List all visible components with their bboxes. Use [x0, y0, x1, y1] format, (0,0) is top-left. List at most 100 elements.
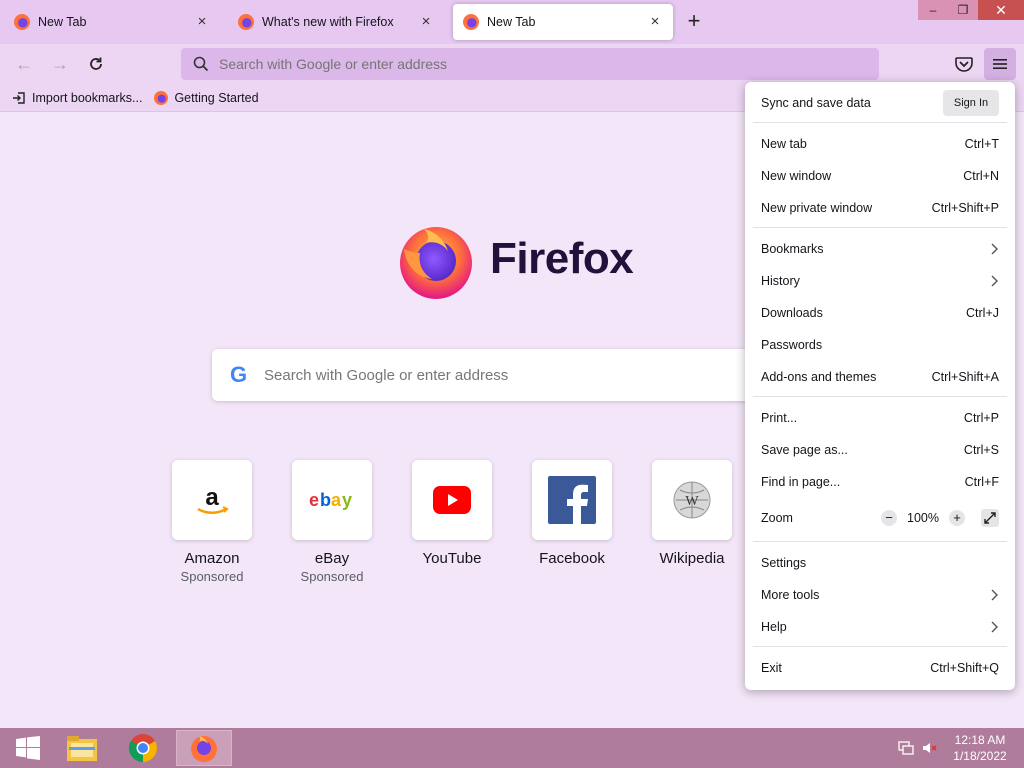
menu-item-bookmarks[interactable]: Bookmarks — [745, 233, 1015, 265]
bookmark-import[interactable]: Import bookmarks... — [12, 91, 142, 105]
firefox-icon — [14, 14, 30, 30]
arrow-right-icon: → — [51, 54, 69, 74]
close-icon[interactable]: × — [647, 14, 663, 30]
system-clock[interactable]: 12:18 AM 1/18/2022 — [944, 732, 1016, 764]
tab-strip: New Tab × What's new with Firefox × New … — [0, 0, 1024, 44]
sign-in-button[interactable]: Sign In — [943, 90, 999, 116]
menu-item-print[interactable]: Print... Ctrl+P — [745, 402, 1015, 434]
reload-button[interactable] — [82, 52, 110, 76]
menu-label: New private window — [761, 201, 873, 215]
new-tab-button[interactable]: + — [682, 10, 706, 34]
taskbar-firefox[interactable] — [176, 730, 232, 766]
restore-button[interactable]: ❐ — [948, 0, 978, 20]
tile-name: YouTube — [422, 550, 482, 567]
menu-item-new-tab[interactable]: New tab Ctrl+T — [745, 128, 1015, 160]
youtube-icon — [412, 460, 492, 540]
menu-item-settings[interactable]: Settings — [745, 547, 1015, 579]
volume-muted-icon[interactable] — [922, 740, 938, 756]
network-icon[interactable] — [898, 740, 914, 756]
chevron-right-icon — [991, 589, 998, 601]
file-explorer-icon — [67, 736, 97, 761]
bookmark-getting-started[interactable]: Getting Started — [154, 90, 259, 105]
svg-text:a: a — [205, 484, 219, 511]
menu-item-history[interactable]: History — [745, 265, 1015, 297]
navigation-toolbar: ← → — [0, 44, 1024, 84]
menu-shortcut: Ctrl+F — [964, 475, 999, 489]
menu-shortcut: Ctrl+N — [963, 169, 999, 183]
menu-shortcut: Ctrl+S — [963, 443, 999, 457]
menu-label: Help — [761, 620, 787, 634]
tab-new-tab-1[interactable]: New Tab × — [4, 4, 220, 40]
zoom-out-button[interactable]: − — [881, 510, 898, 526]
tile-name: eBay — [314, 550, 350, 567]
reload-icon — [90, 57, 102, 70]
start-button[interactable] — [0, 730, 56, 766]
forward-button[interactable]: → — [46, 52, 74, 76]
top-site-facebook[interactable]: Facebook — [522, 460, 622, 567]
menu-item-exit[interactable]: Exit Ctrl+Shift+Q — [745, 652, 1015, 684]
menu-item-new-window[interactable]: New window Ctrl+N — [745, 160, 1015, 192]
menu-item-more-tools[interactable]: More tools — [745, 579, 1015, 611]
tab-new-tab-active[interactable]: New Tab × — [453, 4, 673, 40]
taskbar: 12:18 AM 1/18/2022 — [0, 728, 1024, 768]
menu-item-passwords[interactable]: Passwords — [745, 329, 1015, 361]
menu-shortcut: Ctrl+Shift+P — [931, 201, 999, 215]
back-button[interactable]: ← — [10, 52, 38, 76]
tab-whats-new[interactable]: What's new with Firefox × — [228, 4, 444, 40]
menu-label: Bookmarks — [761, 242, 824, 256]
svg-text:W: W — [685, 494, 699, 509]
menu-shortcut: Ctrl+Shift+A — [931, 370, 999, 384]
url-input[interactable] — [219, 56, 859, 72]
menu-shortcut: Ctrl+Shift+Q — [930, 661, 999, 675]
menu-label: More tools — [761, 588, 820, 602]
menu-item-help[interactable]: Help — [745, 611, 1015, 643]
tab-title: New Tab — [487, 15, 536, 29]
bookmark-label: Import bookmarks... — [32, 90, 143, 105]
menu-item-downloads[interactable]: Downloads Ctrl+J — [745, 297, 1015, 329]
amazon-icon: a — [172, 460, 252, 540]
start-icon — [16, 736, 40, 760]
menu-label: Passwords — [761, 338, 823, 352]
menu-separator — [753, 122, 1007, 123]
menu-item-new-private-window[interactable]: New private window Ctrl+Shift+P — [745, 192, 1015, 224]
minimize-button[interactable]: – — [918, 0, 948, 20]
firefox-icon — [463, 14, 479, 30]
top-site-ebay[interactable]: e b a y eBay Sponsored — [282, 460, 382, 584]
firefox-icon — [154, 90, 169, 105]
tab-title: New Tab — [38, 15, 87, 29]
close-icon[interactable]: × — [194, 14, 210, 30]
menu-label: New window — [761, 169, 832, 183]
zoom-in-button[interactable]: + — [949, 510, 965, 526]
menu-shortcut: Ctrl+J — [966, 306, 999, 320]
app-menu-panel: Sync and save data Sign In New tab Ctrl+… — [745, 82, 1015, 690]
svg-text:a: a — [331, 490, 342, 510]
menu-item-save-page[interactable]: Save page as... Ctrl+S — [745, 434, 1015, 466]
zoom-level[interactable]: 100% — [907, 511, 939, 525]
bookmark-label: Getting Started — [174, 90, 259, 105]
chevron-right-icon — [991, 243, 998, 255]
svg-text:b: b — [320, 490, 331, 510]
menu-item-find-in-page[interactable]: Find in page... Ctrl+F — [745, 466, 1015, 498]
top-site-youtube[interactable]: YouTube — [402, 460, 502, 567]
taskbar-file-explorer[interactable] — [54, 730, 110, 766]
open-menu-button[interactable] — [984, 48, 1016, 80]
close-window-button[interactable]: ✕ — [978, 0, 1024, 20]
top-site-wikipedia[interactable]: W Wikipedia — [642, 460, 742, 567]
menu-separator — [753, 646, 1007, 647]
menu-label: Save page as... — [761, 443, 848, 457]
wikipedia-icon: W — [652, 460, 732, 540]
firefox-wordmark: Firefox — [490, 234, 634, 283]
top-site-amazon[interactable]: a Amazon Sponsored — [162, 460, 262, 584]
menu-label: Print... — [761, 411, 798, 425]
menu-separator — [753, 541, 1007, 542]
address-bar[interactable] — [181, 48, 879, 80]
clock-date: 1/18/2022 — [953, 749, 1007, 763]
close-icon[interactable]: × — [418, 14, 434, 30]
menu-label: Zoom — [761, 511, 793, 525]
fullscreen-button[interactable] — [981, 509, 999, 527]
newtab-search-box[interactable]: G Search with Google or enter address — [212, 349, 812, 401]
taskbar-chrome[interactable] — [115, 730, 171, 766]
menu-shortcut: Ctrl+T — [964, 137, 999, 151]
menu-item-addons[interactable]: Add-ons and themes Ctrl+Shift+A — [745, 361, 1015, 393]
pocket-icon[interactable] — [952, 52, 976, 76]
